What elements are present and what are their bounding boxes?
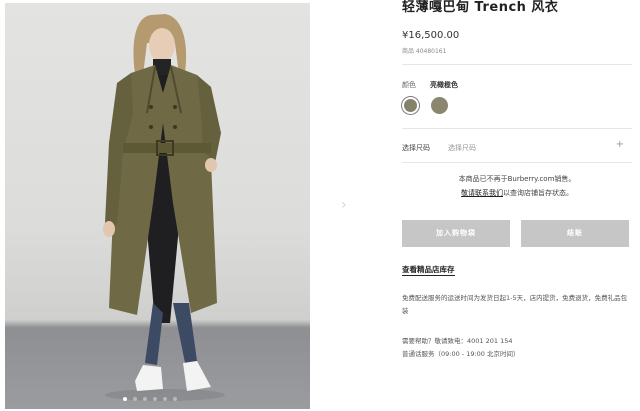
plus-icon[interactable]: + (616, 139, 624, 150)
chevron-right-icon[interactable]: › (341, 198, 351, 212)
color-label: 颜色 (402, 81, 416, 89)
model-illustration (103, 14, 225, 401)
help-phone: 需要帮助？敬请致电：4001 201 154 (402, 337, 513, 345)
product-sku: 商品 40480161 (402, 48, 447, 55)
divider (402, 128, 632, 129)
divider (402, 64, 632, 65)
product-price: ¥16,500.00 (402, 30, 460, 41)
divider (402, 162, 632, 163)
gallery-dot[interactable] (173, 397, 177, 401)
product-title: 轻薄嘎巴甸 Trench 风衣 (402, 0, 559, 15)
gallery-dot[interactable] (163, 397, 167, 401)
checkout-button[interactable]: 结账 (521, 220, 629, 247)
gallery-dot[interactable] (123, 397, 127, 401)
size-select[interactable]: 选择尺码 (448, 143, 476, 153)
contact-us-link[interactable]: 敬请联系我们 (461, 189, 503, 197)
color-value: 亮橄榄色 (430, 81, 458, 89)
availability-notice: 本商品已不再于Burberry.com销售。 敬请联系我们以查询店铺旨存状态。 (402, 172, 632, 200)
notice-line-2: 敬请联系我们以查询店铺旨存状态。 (402, 186, 632, 200)
gallery-dots[interactable] (123, 397, 177, 401)
notice-line-2-text: 以查询店铺旨存状态。 (503, 189, 573, 197)
color-swatch[interactable] (431, 97, 448, 114)
product-image[interactable] (5, 3, 310, 409)
color-swatch-selected[interactable] (402, 97, 419, 114)
add-to-bag-button[interactable]: 加入购物袋 (402, 220, 510, 247)
shipping-info: 免费配送服务的运送时间为发货日起1-5天，店内提货，免费退货，免费礼品包装 (402, 294, 628, 315)
help-hours: 普通话服务（09:00 - 19:00 北京时间） (402, 350, 520, 358)
size-label: 选择尺码 (402, 144, 430, 152)
gallery-dot[interactable] (143, 397, 147, 401)
gallery-dot[interactable] (133, 397, 137, 401)
notice-line-1: 本商品已不再于Burberry.com销售。 (458, 175, 576, 183)
store-inventory-link[interactable]: 查看精品店库存 (402, 264, 455, 276)
gallery-dot[interactable] (153, 397, 157, 401)
